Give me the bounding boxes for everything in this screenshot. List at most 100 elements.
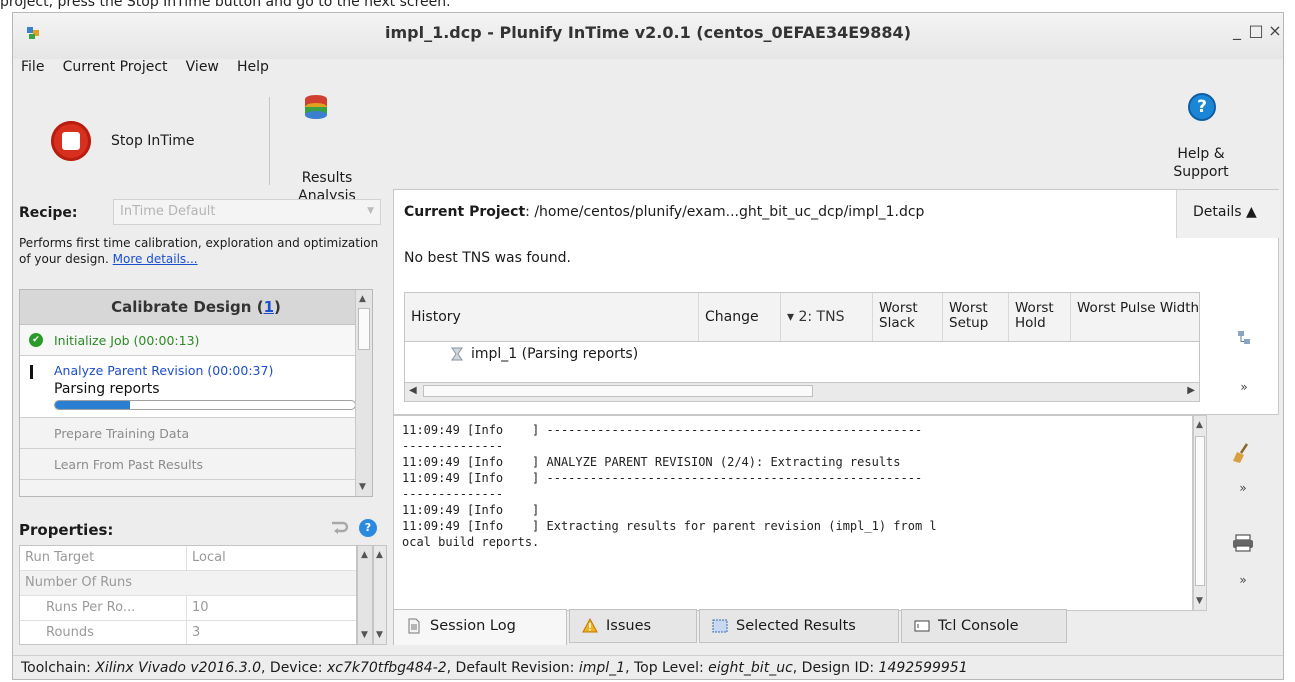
minimize-button[interactable]: _ — [1227, 21, 1247, 40]
expand-history-icon[interactable]: » — [1224, 380, 1264, 394]
calibrate-count-link[interactable]: 1 — [264, 298, 274, 316]
calibrate-scrollbar[interactable]: ▲ ▼ — [355, 290, 372, 496]
scroll-down-icon[interactable]: ▼ — [359, 482, 366, 492]
status-revision-label: , Default Revision: — [446, 660, 579, 676]
properties-help-icon[interactable]: ? — [359, 519, 377, 537]
step-label: Analyze Parent Revision (00:00:37) — [54, 363, 274, 378]
status-top-level: eight_bit_uc — [708, 660, 793, 676]
tree-structure-icon[interactable] — [1224, 328, 1264, 350]
col-worst-pulse-width[interactable]: Worst Pulse Width — [1071, 293, 1199, 341]
toolbar: Stop InTime Results Analysis ? Help & Su… — [13, 85, 1283, 204]
col-change[interactable]: Change — [699, 293, 781, 341]
print-icon[interactable] — [1223, 533, 1263, 553]
console-icon — [914, 620, 930, 632]
tab-selected-results[interactable]: Selected Results — [699, 609, 899, 643]
progress-fill — [55, 401, 130, 409]
property-row-runs-per-round[interactable]: Runs Per Ro... 10 — [20, 596, 356, 621]
scroll-up-icon[interactable]: ▲ — [1196, 420, 1203, 430]
step-label: Initialize Job (00:00:13) — [54, 333, 200, 348]
scroll-thumb[interactable] — [1195, 436, 1205, 586]
col-worst-slack[interactable]: Worst Slack — [873, 293, 943, 341]
col-history[interactable]: History — [405, 293, 699, 341]
document-icon — [408, 618, 420, 634]
scroll-down-icon[interactable]: ▼ — [1196, 596, 1203, 606]
scroll-up-icon[interactable]: ▲ — [376, 550, 383, 560]
details-toggle-button[interactable]: Details ▲ — [1176, 190, 1280, 238]
status-top-label: , Top Level: — [625, 660, 709, 676]
menu-file[interactable]: File — [21, 59, 44, 75]
scroll-right-icon[interactable]: ▶ — [1187, 385, 1195, 396]
log-line: -------------- — [402, 487, 504, 501]
log-line: 11:09:49 [Info ] ANALYZE PARENT REVISION… — [402, 455, 901, 469]
status-bar: Toolchain: Xilinx Vivado v2016.3.0, Devi… — [13, 655, 1283, 679]
scroll-thumb[interactable] — [423, 385, 813, 397]
selection-box-icon — [712, 619, 728, 633]
scroll-up-icon[interactable]: ▲ — [361, 550, 368, 560]
property-row-rounds[interactable]: Rounds 3 — [20, 621, 356, 644]
status-device: xc7k70tfbg484-2 — [326, 660, 447, 676]
properties-inner-scrollbar[interactable]: ▲ ▼ — [357, 545, 373, 645]
wrap-text-icon[interactable] — [329, 519, 349, 537]
tab-label: Issues — [606, 618, 652, 634]
clear-log-broom-icon[interactable] — [1223, 441, 1263, 465]
title-bar[interactable]: impl_1.dcp - Plunify InTime v2.0.1 (cent… — [13, 13, 1283, 59]
scroll-left-icon[interactable]: ◀ — [409, 385, 417, 396]
results-analysis-icon[interactable] — [302, 93, 330, 123]
expand-log-icon[interactable]: » — [1223, 481, 1263, 495]
step-learn-from-past-results[interactable]: Learn From Past Results — [20, 449, 372, 480]
help-support-button[interactable]: Help & Support — [1159, 145, 1243, 181]
stop-intime-icon[interactable] — [51, 121, 91, 161]
property-row-run-target[interactable]: Run Target Local — [20, 546, 356, 571]
history-header: History Change ▾ 2: TNS Worst Slack Wors… — [405, 293, 1199, 342]
recipe-select[interactable]: InTime Default ▼ — [113, 199, 381, 225]
history-horizontal-scrollbar[interactable]: ◀ ▶ — [405, 382, 1199, 401]
menu-bar: File Current Project View Help — [21, 59, 283, 83]
recipe-description: Performs first time calibration, explora… — [19, 235, 379, 267]
property-group-number-of-runs[interactable]: Number Of Runs — [20, 571, 356, 596]
stop-intime-button[interactable]: Stop InTime — [111, 133, 195, 149]
more-details-link[interactable]: More details... — [113, 252, 198, 266]
menu-view[interactable]: View — [186, 59, 219, 75]
history-row[interactable]: impl_1 (Parsing reports) — [405, 342, 1199, 368]
chevron-down-icon: ▼ — [367, 206, 374, 216]
status-design-id: 1492599951 — [878, 660, 968, 676]
window-title: impl_1.dcp - Plunify InTime v2.0.1 (cent… — [384, 23, 911, 42]
expand-log-secondary-icon[interactable]: » — [1223, 573, 1263, 587]
step-prepare-training-data[interactable]: Prepare Training Data — [20, 418, 372, 449]
tab-issues[interactable]: Issues — [569, 609, 697, 643]
properties-outer-scrollbar[interactable]: ▲ ▼ — [373, 545, 387, 645]
toolbar-separator — [269, 97, 270, 185]
step-label: Prepare Training Data — [54, 426, 190, 441]
close-button[interactable]: × — [1265, 21, 1283, 40]
current-project-panel: Current Project: /home/centos/plunify/ex… — [393, 189, 1280, 415]
help-support-icon[interactable]: ? — [1188, 93, 1216, 121]
step-initialize-job[interactable]: ✔ Initialize Job (00:00:13) — [20, 325, 372, 356]
tab-tcl-console[interactable]: Tcl Console — [901, 609, 1067, 643]
scroll-up-icon[interactable]: ▲ — [359, 294, 366, 304]
scroll-down-icon[interactable]: ▼ — [376, 630, 383, 640]
intime-window: impl_1.dcp - Plunify InTime v2.0.1 (cent… — [12, 12, 1284, 680]
step-progress-bar — [54, 400, 356, 410]
status-device-label: , Device: — [261, 660, 327, 676]
calibrate-design-header[interactable]: Calibrate Design (1) — [20, 290, 372, 325]
scroll-down-icon[interactable]: ▼ — [361, 630, 368, 640]
calibrate-header-suffix: ) — [274, 298, 281, 316]
scroll-thumb[interactable] — [358, 308, 370, 350]
maximize-button[interactable]: □ — [1246, 21, 1266, 40]
tab-label: Session Log — [430, 618, 516, 634]
step-analyze-parent-revision[interactable]: Analyze Parent Revision (00:00:37) Parsi… — [20, 356, 372, 418]
col-tns[interactable]: ▾ 2: TNS — [781, 293, 873, 341]
col-worst-setup[interactable]: Worst Setup — [943, 293, 1009, 341]
tab-session-log[interactable]: Session Log — [393, 609, 567, 645]
current-project-label: Current Project — [404, 204, 526, 220]
log-line: 11:09:49 [Info ] -----------------------… — [402, 423, 923, 437]
calibrate-design-panel: Calibrate Design (1) ✔ Initialize Job (0… — [19, 289, 373, 497]
menu-help[interactable]: Help — [237, 59, 269, 75]
best-tns-message: No best TNS was found. — [404, 250, 571, 266]
current-project-title: Current Project: /home/centos/plunify/ex… — [404, 204, 924, 220]
check-icon: ✔ — [29, 333, 43, 347]
col-worst-hold[interactable]: Worst Hold — [1009, 293, 1071, 341]
history-row-name: impl_1 (Parsing reports) — [471, 346, 639, 362]
log-scrollbar[interactable]: ▲ ▼ — [1193, 415, 1207, 611]
menu-current-project[interactable]: Current Project — [63, 59, 168, 75]
